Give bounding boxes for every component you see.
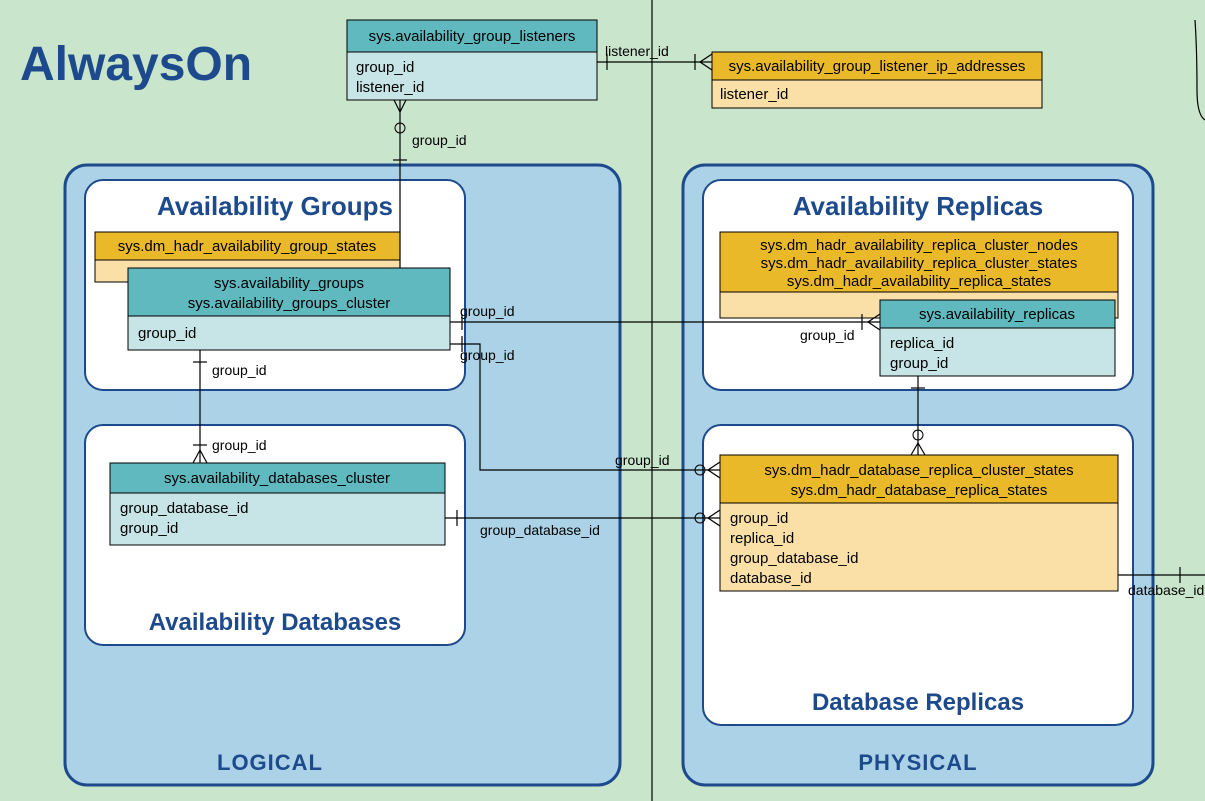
svg-text:sys.dm_hadr_database_replica_s: sys.dm_hadr_database_replica_states [791,482,1048,499]
database-replicas-title: Database Replicas [812,689,1024,716]
availability-databases-title: Availability Databases [149,609,402,636]
svg-text:group_id: group_id [800,327,855,343]
svg-text:group_id: group_id [460,347,515,363]
svg-text:group_id: group_id [615,452,670,468]
svg-text:sys.availability_databases_clu: sys.availability_databases_cluster [164,470,390,487]
diagram-canvas: AlwaysOn LOGICAL Availability Groups Ava… [0,0,1205,801]
svg-text:sys.dm_hadr_availability_repli: sys.dm_hadr_availability_replica_cluster… [760,237,1078,254]
svg-text:sys.dm_hadr_availability_repli: sys.dm_hadr_availability_replica_states [787,273,1051,290]
entity-listeners: sys.availability_group_listeners group_i… [347,20,597,100]
svg-text:sys.dm_hadr_database_replica_c: sys.dm_hadr_database_replica_cluster_sta… [764,462,1073,479]
svg-text:sys.dm_hadr_availability_group: sys.dm_hadr_availability_group_states [118,238,376,255]
svg-text:sys.availability_group_listene: sys.availability_group_listener_ip_addre… [729,58,1026,75]
svg-text:listener_id: listener_id [605,43,669,59]
svg-text:database_id: database_id [1128,582,1204,598]
edge-fragment [1195,20,1205,120]
svg-text:listener_id: listener_id [720,86,788,103]
entity-listener-ips: sys.availability_group_listener_ip_addre… [712,52,1042,108]
svg-text:database_id: database_id [730,570,812,587]
svg-text:group_id: group_id [460,303,515,319]
availability-groups-title: Availability Groups [157,191,393,221]
logical-label: LOGICAL [217,750,323,775]
svg-text:group_id: group_id [890,355,948,372]
svg-text:group_id: group_id [138,325,196,342]
entity-avail-db-cluster: sys.availability_databases_cluster group… [110,463,445,545]
svg-text:group_database_id: group_database_id [120,500,248,517]
rel-listeners-to-ips: listener_id [597,43,712,70]
svg-text:group_id: group_id [212,362,267,378]
svg-text:listener_id: listener_id [356,79,424,96]
svg-text:sys.availability_groups: sys.availability_groups [214,275,364,292]
entity-db-replica-dmvs: sys.dm_hadr_database_replica_cluster_sta… [720,455,1118,591]
svg-text:group_database_id: group_database_id [480,522,600,538]
svg-text:group_id: group_id [730,510,788,527]
svg-text:replica_id: replica_id [730,530,794,547]
svg-text:group_id: group_id [212,437,267,453]
availability-replicas-title: Availability Replicas [793,191,1043,221]
physical-label: PHYSICAL [858,750,977,775]
entity-availability-replicas: sys.availability_replicas replica_id gro… [880,300,1115,376]
svg-text:group_id: group_id [120,520,178,537]
title-main: AlwaysOn [20,38,252,91]
svg-text:group_database_id: group_database_id [730,550,858,567]
svg-text:replica_id: replica_id [890,335,954,352]
svg-text:group_id: group_id [356,59,414,76]
svg-text:sys.availability_group_listene: sys.availability_group_listeners [369,28,576,45]
svg-text:sys.dm_hadr_availability_repli: sys.dm_hadr_availability_replica_cluster… [761,255,1078,272]
svg-text:sys.availability_groups_cluste: sys.availability_groups_cluster [188,295,391,312]
entity-availability-groups: sys.availability_groups sys.availability… [128,268,450,350]
svg-text:sys.availability_replicas: sys.availability_replicas [919,306,1075,323]
svg-text:group_id: group_id [412,132,467,148]
